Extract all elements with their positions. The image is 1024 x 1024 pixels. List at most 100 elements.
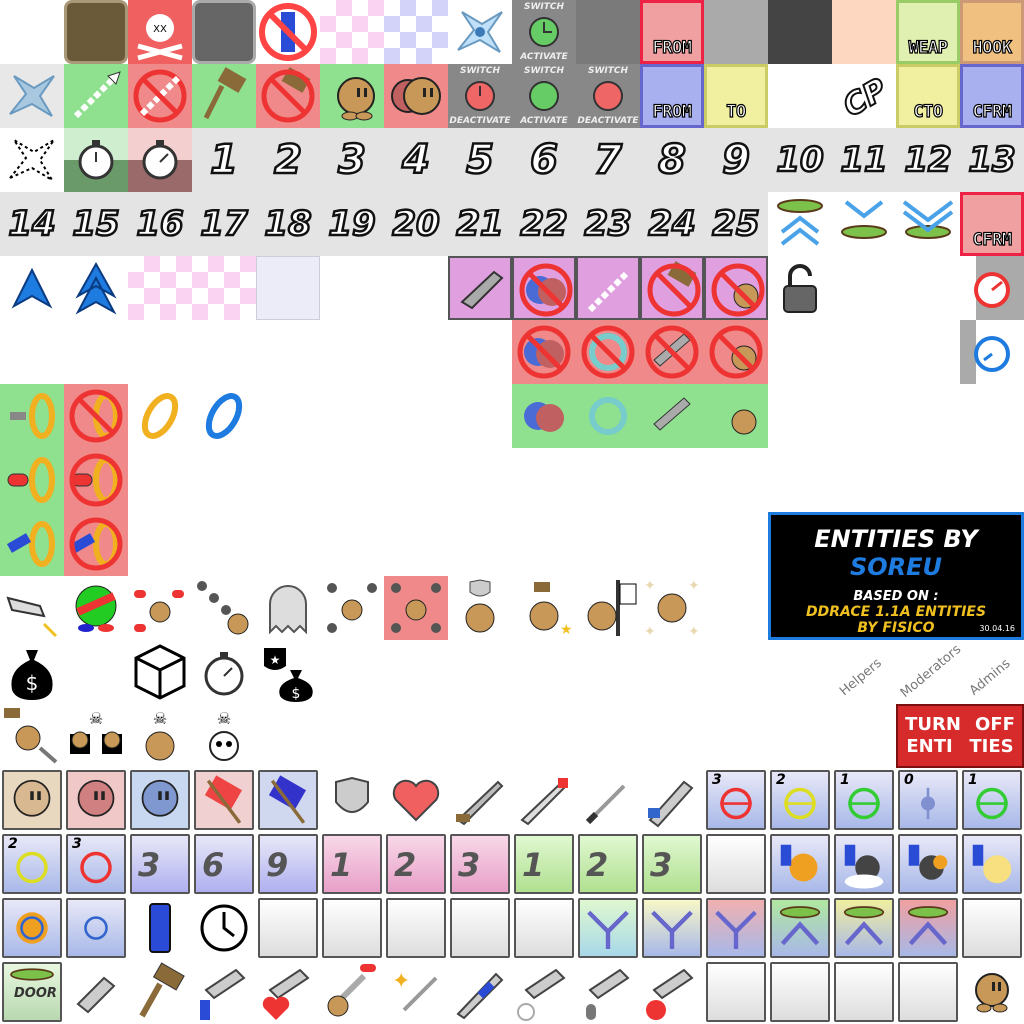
stopper-count: 1 (522, 846, 545, 884)
no-hook-icon (128, 64, 192, 128)
arrow-up-double-icon (64, 256, 128, 320)
tee-finish-flag-icon (576, 576, 640, 640)
tee-sparkle-icon: ✦ ✦ ✦ ✦ (640, 576, 704, 640)
turn-off-entities-button[interactable]: TURN OFF ENTI TIES (896, 704, 1024, 768)
credit-title-a: ENTITIES BY (814, 525, 978, 553)
portal-pill-red-red (64, 448, 128, 512)
number-4: 4 (401, 136, 431, 185)
stopper-count: 1 (330, 846, 353, 884)
laser-counter-1b: 1 (962, 770, 1022, 830)
death-tile-icon: XX (128, 0, 192, 64)
switch-label: SWITCH (459, 66, 501, 76)
number-2: 2 (273, 136, 303, 185)
stopper-count: 2 (586, 846, 609, 884)
number-20: 20 (391, 203, 441, 246)
stopper-count: 6 (202, 846, 225, 884)
laser-counter-3b: 3 (66, 834, 126, 894)
credit-based-on: BASED ON : (853, 589, 939, 604)
arrow-up-icon (0, 256, 64, 320)
number-15: 15 (71, 203, 121, 246)
ghost-icon (256, 576, 320, 640)
no-hook-tee-red (704, 320, 768, 384)
jetpack-green (640, 384, 704, 448)
tele-label: FROM (652, 37, 693, 58)
stopper-1-pink: 1 (322, 834, 382, 894)
tee-skin-blue (130, 770, 190, 830)
platform-arm-yellow (834, 898, 894, 958)
laser-count-label: 3 (712, 772, 722, 788)
freeze-bar-icon (128, 896, 192, 960)
number-14: 14 (7, 203, 57, 246)
empty-slot (706, 962, 766, 1022)
switch-activate-green: SWITCH ACTIVATE (512, 64, 576, 128)
number-18: 18 (263, 203, 313, 246)
number-25: 25 (711, 203, 761, 246)
tee-skin-beige (2, 770, 62, 830)
freeze-explosion-panel (770, 834, 830, 894)
padlock-icon (768, 256, 832, 320)
number-7: 7 (593, 136, 623, 185)
hook-tee-green (704, 384, 768, 448)
tele-label: CFRM (972, 101, 1013, 122)
tele-label: HOOK (972, 37, 1013, 58)
door-panel: DOOR (2, 962, 62, 1022)
tele-to: TO (704, 64, 768, 128)
stopper-3-pink: 3 (450, 834, 510, 894)
stopper-count: 3 (650, 846, 673, 884)
laser-count-label: 1 (840, 772, 850, 788)
stopper-count: 2 (394, 846, 417, 884)
checker-pink (320, 0, 384, 64)
tee-shield-icon (448, 576, 512, 640)
svg-text:✦: ✦ (644, 624, 656, 640)
drag-arm-red (706, 898, 766, 958)
number-22: 22 (519, 203, 569, 246)
pistol-icon (64, 960, 128, 1024)
money-bag-icon: $ (0, 640, 64, 704)
empty-slot (898, 962, 958, 1022)
turn-off-word-4: TIES (969, 736, 1014, 757)
stopper-count: 3 (138, 846, 161, 884)
credit-date: 30.04.16 (979, 624, 1015, 633)
stopwatch-start-icon (64, 128, 128, 192)
svg-text:$: $ (26, 671, 39, 695)
stopper-2-green: 2 (578, 834, 638, 894)
no-freeze-icon (256, 0, 320, 64)
drag-arm-yellow (642, 898, 702, 958)
drag-arm-green (578, 898, 638, 958)
role-admins: Admins (966, 656, 1014, 699)
number-17: 17 (199, 203, 249, 246)
grid-tile (256, 256, 320, 320)
tele-label: CTO (913, 101, 944, 122)
flag-red-panel (194, 770, 254, 830)
laser-counter-2: 2 (770, 770, 830, 830)
no-refill-red (576, 320, 640, 384)
turn-off-word-2: OFF (975, 714, 1015, 735)
turn-off-word-1: TURN (905, 714, 961, 735)
rainbow-tee-icon (64, 576, 128, 640)
checkpoint-cp-icon: CP (832, 64, 896, 128)
role-helpers: Helpers (837, 655, 885, 700)
no-collision-red (512, 320, 576, 384)
stopper-count: 3 (458, 846, 481, 884)
empty-slot (706, 834, 766, 894)
tee-corner-dots-red (384, 576, 448, 640)
number-13: 13 (967, 139, 1017, 182)
hook-pink (576, 256, 640, 320)
armor-icon (320, 768, 384, 832)
freeze-sun-panel (962, 834, 1022, 894)
tee-skin-red (66, 770, 126, 830)
heart-icon (384, 768, 448, 832)
stopper-count: 9 (266, 846, 289, 884)
number-23: 23 (583, 203, 633, 246)
gun-bullet-icon (576, 960, 640, 1024)
tee-pill-gun-icon (320, 960, 384, 1024)
switch-deactivate-red-2: SWITCH DEACTIVATE (576, 64, 640, 128)
target-panel (66, 898, 126, 958)
checker-blue (384, 0, 448, 64)
freeze-bomb-panel (898, 834, 958, 894)
switch-label: SWITCH (523, 2, 565, 12)
svg-text:✦: ✦ (392, 969, 410, 994)
svg-text:✦: ✦ (644, 578, 656, 594)
switch-label: SWITCH (523, 66, 565, 76)
credit-ddrace: DDRACE 1.1A ENTITIES (805, 604, 987, 620)
